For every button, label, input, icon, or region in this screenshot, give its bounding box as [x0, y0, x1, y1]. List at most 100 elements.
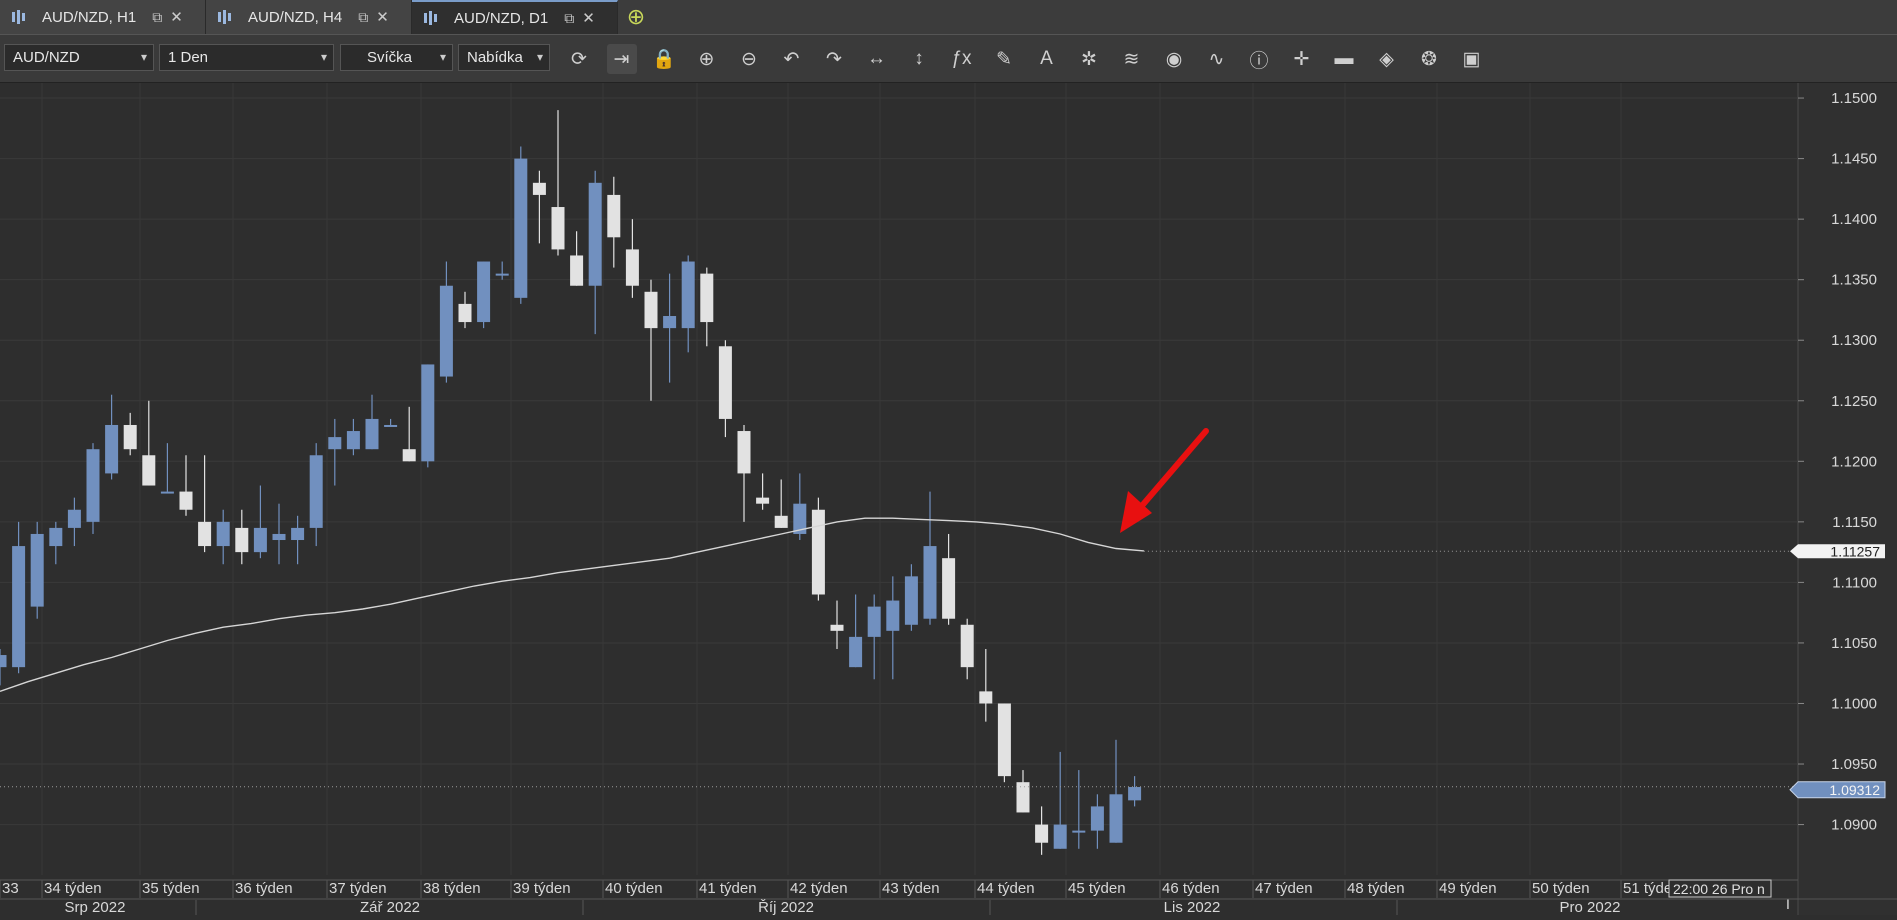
candle-body: [942, 558, 956, 619]
week-label: 48 týden: [1347, 880, 1405, 897]
y-tick-label: 1.0900: [1831, 817, 1877, 834]
chart-area[interactable]: 1.1500 1.1450 1.1400 1.1350 1.1300 1.1250 1.12…: [0, 83, 1897, 916]
candle-body: [681, 261, 695, 329]
candle-body: [570, 255, 584, 286]
month-label: Lis 2022: [1164, 899, 1221, 915]
add-chart-icon[interactable]: ⊕: [622, 3, 650, 31]
candle-body: [105, 424, 119, 474]
indicators-icon[interactable]: ƒx: [947, 44, 977, 74]
candle-body: [402, 449, 416, 462]
crosshair-icon[interactable]: ✛: [1287, 44, 1317, 74]
visibility-icon[interactable]: ◉: [1159, 44, 1189, 74]
popout-icon[interactable]: ⧉: [358, 9, 368, 26]
lock-icon[interactable]: 🔒: [649, 44, 679, 74]
redo-icon[interactable]: ↷: [819, 44, 849, 74]
crosshair-time-label: 22:00 26 Pro n: [1673, 881, 1765, 897]
candle-body: [1035, 824, 1049, 843]
week-label: 40 týden: [605, 880, 663, 897]
candle-body: [123, 424, 137, 450]
zoom-in-icon[interactable]: ⊕: [692, 44, 722, 74]
tab-aud-nzd-h1[interactable]: AUD/NZD, H1 ⧉ ✕: [0, 0, 206, 34]
candle-body: [514, 158, 528, 298]
candle-body: [67, 509, 81, 528]
tab-aud-nzd-h4[interactable]: AUD/NZD, H4 ⧉ ✕: [206, 0, 412, 34]
candle-body: [365, 418, 379, 450]
text-tool-icon[interactable]: A: [1032, 44, 1062, 74]
chart-type-select[interactable]: Svíčka ▾: [340, 44, 453, 71]
candle-body: [551, 207, 565, 250]
candle-body: [86, 449, 100, 522]
close-icon[interactable]: ✕: [170, 8, 183, 26]
candle-body: [458, 303, 472, 323]
week-label: 44 týden: [977, 880, 1035, 897]
y-tick-label: 1.1150: [1832, 514, 1877, 531]
ma-price-label: 1.11257: [1830, 543, 1880, 559]
candle-body: [235, 527, 249, 553]
layers-icon[interactable]: ≋: [1117, 44, 1147, 74]
month-label: Pro 2022: [1560, 899, 1621, 915]
candle-body: [644, 291, 658, 329]
candle-body: [346, 431, 360, 450]
price-type-select[interactable]: Nabídka ▾: [458, 44, 550, 71]
week-label: 37 týden: [329, 880, 387, 897]
month-label: Říj 2022: [758, 899, 814, 915]
drawing-icon[interactable]: ✎: [989, 44, 1019, 74]
chart-type-value: Svíčka: [367, 49, 413, 66]
zoom-out-icon[interactable]: ⊖: [734, 44, 764, 74]
fit-horizontal-icon[interactable]: ↔: [862, 44, 892, 74]
bid-price-label: 1.09312: [1829, 782, 1880, 798]
tab-aud-nzd-d1[interactable]: AUD/NZD, D1 ⧉ ✕: [412, 0, 618, 34]
candle-body: [1016, 782, 1030, 813]
chevron-down-icon: ▾: [140, 50, 147, 64]
objects-icon[interactable]: ✲: [1074, 44, 1104, 74]
candle-body: [830, 624, 844, 631]
candle-body: [216, 521, 230, 547]
candle-body: [328, 437, 342, 450]
autoscroll-icon[interactable]: ⇥: [606, 44, 637, 74]
candle-body: [979, 691, 993, 704]
close-icon[interactable]: ✕: [582, 9, 595, 27]
month-label: Srp 2022: [65, 899, 126, 915]
candle-body: [477, 261, 491, 323]
cursor-icon: I: [1786, 896, 1790, 912]
candle-body: [532, 182, 546, 195]
close-icon[interactable]: ✕: [376, 8, 389, 26]
templates-icon[interactable]: ❂: [1414, 44, 1444, 74]
candles-icon: [218, 10, 238, 24]
candle-body: [253, 527, 267, 553]
refresh-icon[interactable]: ⟳: [564, 44, 594, 74]
popout-icon[interactable]: ⧉: [564, 10, 574, 27]
undo-icon[interactable]: ↶: [777, 44, 807, 74]
candlestick-chart[interactable]: 1.1500 1.1450 1.1400 1.1350 1.1300 1.1250 1.12…: [0, 83, 1897, 916]
candle-body: [1072, 830, 1086, 833]
tab-label: AUD/NZD, H1: [42, 8, 137, 26]
fill-icon[interactable]: ◈: [1372, 44, 1402, 74]
candle-body: [904, 576, 918, 625]
week-label: 33: [2, 880, 19, 897]
info-icon[interactable]: ⓘ: [1244, 44, 1274, 74]
symbol-select[interactable]: AUD/NZD ▾: [4, 44, 154, 71]
popout-icon[interactable]: ⧉: [152, 9, 162, 26]
week-label: 35 týden: [142, 880, 200, 897]
color-scheme-icon[interactable]: ▬: [1329, 44, 1359, 74]
candle-body: [495, 273, 509, 276]
candle-body: [421, 364, 435, 462]
timeframe-select[interactable]: 1 Den ▾: [159, 44, 334, 71]
chevron-down-icon: ▾: [439, 50, 446, 64]
y-tick-label: 1.1100: [1832, 574, 1877, 591]
timeframe-value: 1 Den: [168, 49, 209, 66]
week-label: 47 týden: [1255, 880, 1313, 897]
candles-icon: [424, 11, 444, 25]
chevron-down-icon: ▾: [320, 50, 327, 64]
fit-vertical-icon[interactable]: ↕: [904, 44, 934, 74]
y-tick-label: 1.1350: [1831, 272, 1877, 289]
y-tick-label: 1.1450: [1831, 151, 1877, 168]
save-icon[interactable]: ▣: [1457, 44, 1487, 74]
week-label: 34 týden: [44, 880, 102, 897]
alerts-icon[interactable]: ∿: [1202, 44, 1232, 74]
candle-body: [384, 424, 398, 427]
chevron-down-icon: ▾: [536, 50, 543, 64]
candle-body: [142, 455, 156, 486]
week-label: 42 týden: [790, 880, 848, 897]
candle-body: [1053, 824, 1067, 849]
